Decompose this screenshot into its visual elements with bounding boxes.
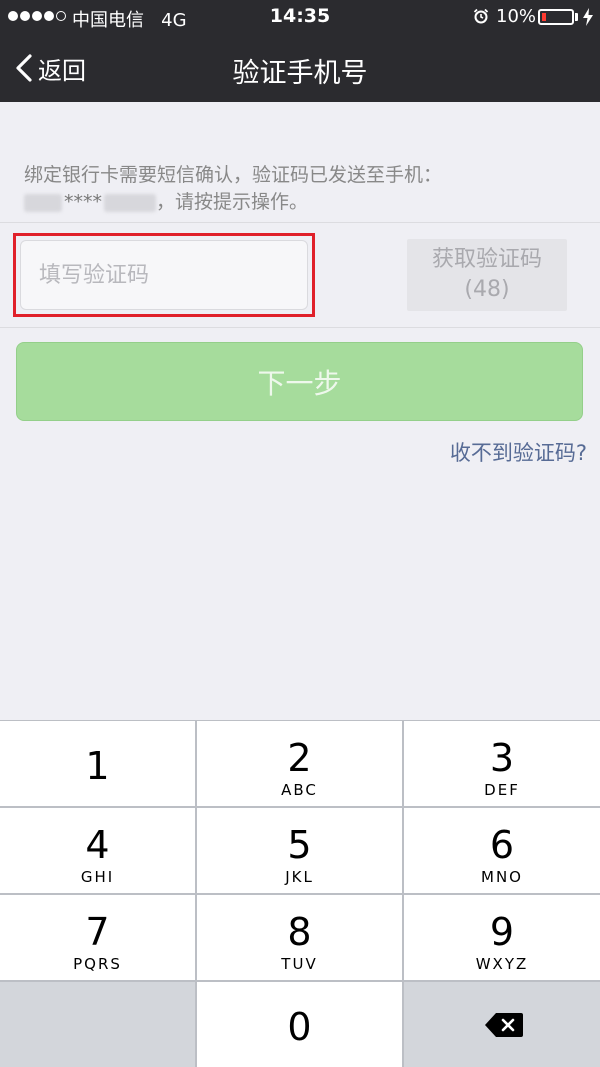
status-bar: 中国电信 4G 14:35 10% bbox=[0, 0, 600, 34]
key-digit: 0 bbox=[287, 1005, 312, 1049]
key-letters: MNO bbox=[481, 868, 523, 886]
key-digit: 3 bbox=[489, 736, 515, 780]
delete-key[interactable] bbox=[404, 982, 600, 1067]
key-digit: 4 bbox=[85, 823, 110, 867]
charging-bolt-icon bbox=[583, 8, 593, 26]
key-letters: GHI bbox=[80, 868, 115, 886]
key-digit: 9 bbox=[489, 910, 515, 954]
info-line-2-suffix: ，请按提示操作。 bbox=[156, 191, 309, 213]
battery-cap bbox=[575, 13, 578, 21]
key-letters: WXYZ bbox=[475, 955, 529, 973]
blurred-phone-suffix bbox=[104, 193, 156, 212]
key-5[interactable]: 5 JKL bbox=[197, 808, 402, 893]
key-digit: 6 bbox=[489, 823, 515, 867]
key-1[interactable]: 1 bbox=[0, 721, 195, 806]
code-input-highlight-box bbox=[13, 233, 315, 317]
numeric-keypad: 1 2 ABC 3 DEF 4 GHI 5 JKL 6 MNO 7 PQRS 8 bbox=[0, 720, 600, 1067]
key-letters: ABC bbox=[281, 781, 318, 799]
key-letters: DEF bbox=[484, 781, 520, 799]
next-step-button[interactable]: 下一步 bbox=[16, 342, 583, 421]
key-0[interactable]: 0 bbox=[197, 982, 402, 1067]
no-code-received-link[interactable]: 收不到验证码? bbox=[450, 437, 587, 467]
blurred-phone-prefix bbox=[24, 193, 62, 212]
verify-phone-screen: 中国电信 4G 14:35 10% 返回 验证手机号 绑定银行卡需要短信确认，验… bbox=[0, 0, 600, 1067]
key-6[interactable]: 6 MNO bbox=[404, 808, 600, 893]
get-code-label: 获取验证码 bbox=[431, 247, 542, 272]
get-code-button[interactable]: 获取验证码 (48) bbox=[407, 239, 567, 311]
key-7[interactable]: 7 PQRS bbox=[0, 895, 195, 980]
key-letters: TUV bbox=[281, 955, 318, 973]
key-empty bbox=[0, 982, 195, 1067]
key-2[interactable]: 2 ABC bbox=[197, 721, 402, 806]
key-9[interactable]: 9 WXYZ bbox=[404, 895, 600, 980]
verification-code-input[interactable] bbox=[20, 240, 308, 310]
page-title: 验证手机号 bbox=[232, 58, 368, 89]
key-digit: 1 bbox=[85, 744, 110, 788]
navigation-bar: 返回 验证手机号 bbox=[0, 34, 600, 102]
key-digit: 2 bbox=[287, 736, 312, 780]
key-digit: 8 bbox=[287, 910, 312, 954]
info-line-1: 绑定银行卡需要短信确认，验证码已发送至手机： bbox=[24, 164, 443, 186]
masked-phone-stars: **** bbox=[64, 191, 102, 213]
backspace-icon bbox=[485, 1013, 523, 1037]
get-code-countdown: (48) bbox=[464, 277, 510, 302]
key-letters: JKL bbox=[285, 868, 314, 886]
battery-icon bbox=[538, 9, 574, 25]
masked-phone-line: **** ，请按提示操作。 bbox=[24, 189, 584, 216]
key-digit: 7 bbox=[85, 910, 110, 954]
battery-percentage: 10% bbox=[496, 6, 537, 27]
key-digit: 5 bbox=[287, 823, 312, 867]
key-8[interactable]: 8 TUV bbox=[197, 895, 402, 980]
key-4[interactable]: 4 GHI bbox=[0, 808, 195, 893]
key-3[interactable]: 3 DEF bbox=[404, 721, 600, 806]
verification-code-section: 获取验证码 (48) bbox=[0, 222, 600, 328]
alarm-clock-icon bbox=[473, 8, 489, 24]
key-letters: PQRS bbox=[73, 955, 122, 973]
sms-info-text: 绑定银行卡需要短信确认，验证码已发送至手机： **** ，请按提示操作。 bbox=[24, 162, 584, 216]
